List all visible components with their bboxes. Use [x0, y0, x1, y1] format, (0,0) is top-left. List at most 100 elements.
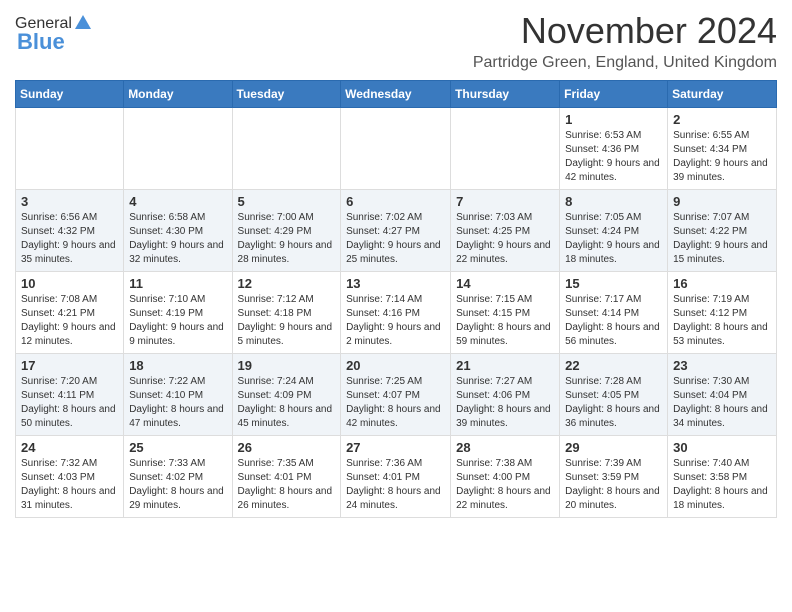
- day-number: 7: [456, 194, 554, 209]
- day-info: Sunrise: 7:20 AM Sunset: 4:11 PM Dayligh…: [21, 375, 118, 431]
- day-info: Sunrise: 7:15 AM Sunset: 4:15 PM Dayligh…: [456, 293, 554, 349]
- day-number: 26: [238, 440, 336, 455]
- day-number: 24: [21, 440, 118, 455]
- day-info: Sunrise: 7:07 AM Sunset: 4:22 PM Dayligh…: [673, 211, 771, 267]
- cell-1-6: 1 Sunrise: 6:53 AM Sunset: 4:36 PM Daylig…: [560, 108, 668, 190]
- day-info: Sunrise: 7:17 AM Sunset: 4:14 PM Dayligh…: [565, 293, 662, 349]
- cell-2-4: 6 Sunrise: 7:02 AM Sunset: 4:27 PM Daylig…: [341, 190, 451, 272]
- cell-3-6: 15 Sunrise: 7:17 AM Sunset: 4:14 PM Dayli…: [560, 272, 668, 354]
- day-number: 21: [456, 358, 554, 373]
- cell-1-1: [16, 108, 124, 190]
- day-number: 15: [565, 276, 662, 291]
- day-info: Sunrise: 7:08 AM Sunset: 4:21 PM Dayligh…: [21, 293, 118, 349]
- day-number: 20: [346, 358, 445, 373]
- location-subtitle: Partridge Green, England, United Kingdom: [473, 54, 777, 72]
- cell-4-7: 23Sunrise: 7:30 AM Sunset: 4:04 PM Dayli…: [668, 354, 777, 436]
- day-number: 8: [565, 194, 662, 209]
- calendar-table: Sunday Monday Tuesday Wednesday Thursday…: [15, 80, 777, 518]
- cell-5-7: 30 Sunrise: 7:40 AM Sunset: 3:58 PM Dayli…: [668, 436, 777, 518]
- day-number: 28: [456, 440, 554, 455]
- day-number: 6: [346, 194, 445, 209]
- cell-2-7: 9 Sunrise: 7:07 AM Sunset: 4:22 PM Daylig…: [668, 190, 777, 272]
- cell-1-5: [451, 108, 560, 190]
- day-info: Sunrise: 7:27 AM Sunset: 4:06 PM Dayligh…: [456, 375, 554, 431]
- day-info: Sunrise: 7:02 AM Sunset: 4:27 PM Dayligh…: [346, 211, 445, 267]
- day-info: Sunrise: 7:00 AM Sunset: 4:29 PM Dayligh…: [238, 211, 336, 267]
- day-info: Sunrise: 7:12 AM Sunset: 4:18 PM Dayligh…: [238, 293, 336, 349]
- header-monday: Monday: [124, 81, 232, 108]
- header-tuesday: Tuesday: [232, 81, 341, 108]
- day-number: 17: [21, 358, 118, 373]
- day-info: Sunrise: 6:56 AM Sunset: 4:32 PM Dayligh…: [21, 211, 118, 267]
- day-number: 19: [238, 358, 336, 373]
- day-info: Sunrise: 7:05 AM Sunset: 4:24 PM Dayligh…: [565, 211, 662, 267]
- title-area: November 2024 Partridge Green, England, …: [473, 10, 777, 72]
- cell-2-2: 4 Sunrise: 6:58 AM Sunset: 4:30 PM Daylig…: [124, 190, 232, 272]
- day-info: Sunrise: 7:28 AM Sunset: 4:05 PM Dayligh…: [565, 375, 662, 431]
- cell-1-3: [232, 108, 341, 190]
- day-info: Sunrise: 7:40 AM Sunset: 3:58 PM Dayligh…: [673, 457, 771, 513]
- day-number: 5: [238, 194, 336, 209]
- cell-5-3: 26 Sunrise: 7:35 AM Sunset: 4:01 PM Dayli…: [232, 436, 341, 518]
- cell-5-4: 27Sunrise: 7:36 AM Sunset: 4:01 PM Dayli…: [341, 436, 451, 518]
- cell-2-1: 3Sunrise: 6:56 AM Sunset: 4:32 PM Daylig…: [16, 190, 124, 272]
- cell-5-1: 24 Sunrise: 7:32 AM Sunset: 4:03 PM Dayli…: [16, 436, 124, 518]
- page-header: General Blue November 2024 Partridge Gre…: [15, 10, 777, 72]
- week-row-3: 10 Sunrise: 7:08 AM Sunset: 4:21 PM Dayli…: [16, 272, 777, 354]
- header-wednesday: Wednesday: [341, 81, 451, 108]
- day-number: 16: [673, 276, 771, 291]
- month-title: November 2024: [473, 10, 777, 52]
- cell-2-3: 5 Sunrise: 7:00 AM Sunset: 4:29 PM Daylig…: [232, 190, 341, 272]
- day-info: Sunrise: 7:38 AM Sunset: 4:00 PM Dayligh…: [456, 457, 554, 513]
- cell-5-2: 25Sunrise: 7:33 AM Sunset: 4:02 PM Dayli…: [124, 436, 232, 518]
- day-info: Sunrise: 6:53 AM Sunset: 4:36 PM Dayligh…: [565, 129, 662, 185]
- cell-2-5: 7 Sunrise: 7:03 AM Sunset: 4:25 PM Daylig…: [451, 190, 560, 272]
- day-info: Sunrise: 7:32 AM Sunset: 4:03 PM Dayligh…: [21, 457, 118, 513]
- day-info: Sunrise: 7:03 AM Sunset: 4:25 PM Dayligh…: [456, 211, 554, 267]
- week-row-1: 1 Sunrise: 6:53 AM Sunset: 4:36 PM Daylig…: [16, 108, 777, 190]
- cell-3-2: 11 Sunrise: 7:10 AM Sunset: 4:19 PM Dayli…: [124, 272, 232, 354]
- day-number: 2: [673, 112, 771, 127]
- day-number: 13: [346, 276, 445, 291]
- logo: General Blue: [15, 10, 92, 55]
- day-number: 9: [673, 194, 771, 209]
- cell-2-6: 8 Sunrise: 7:05 AM Sunset: 4:24 PM Daylig…: [560, 190, 668, 272]
- day-info: Sunrise: 7:25 AM Sunset: 4:07 PM Dayligh…: [346, 375, 445, 431]
- day-number: 11: [129, 276, 226, 291]
- cell-3-5: 14 Sunrise: 7:15 AM Sunset: 4:15 PM Dayli…: [451, 272, 560, 354]
- logo-blue-text: Blue: [17, 29, 65, 55]
- day-info: Sunrise: 7:14 AM Sunset: 4:16 PM Dayligh…: [346, 293, 445, 349]
- cell-1-2: [124, 108, 232, 190]
- day-info: Sunrise: 7:10 AM Sunset: 4:19 PM Dayligh…: [129, 293, 226, 349]
- day-info: Sunrise: 7:19 AM Sunset: 4:12 PM Dayligh…: [673, 293, 771, 349]
- cell-4-1: 17 Sunrise: 7:20 AM Sunset: 4:11 PM Dayli…: [16, 354, 124, 436]
- cell-1-4: [341, 108, 451, 190]
- week-row-4: 17 Sunrise: 7:20 AM Sunset: 4:11 PM Dayli…: [16, 354, 777, 436]
- day-info: Sunrise: 6:55 AM Sunset: 4:34 PM Dayligh…: [673, 129, 771, 185]
- header-friday: Friday: [560, 81, 668, 108]
- day-number: 22: [565, 358, 662, 373]
- header-thursday: Thursday: [451, 81, 560, 108]
- logo-triangle-icon: [74, 14, 92, 32]
- day-number: 29: [565, 440, 662, 455]
- day-info: Sunrise: 6:58 AM Sunset: 4:30 PM Dayligh…: [129, 211, 226, 267]
- cell-4-6: 22 Sunrise: 7:28 AM Sunset: 4:05 PM Dayli…: [560, 354, 668, 436]
- day-number: 14: [456, 276, 554, 291]
- day-number: 18: [129, 358, 226, 373]
- cell-3-4: 13 Sunrise: 7:14 AM Sunset: 4:16 PM Dayli…: [341, 272, 451, 354]
- day-number: 25: [129, 440, 226, 455]
- cell-3-1: 10 Sunrise: 7:08 AM Sunset: 4:21 PM Dayli…: [16, 272, 124, 354]
- day-number: 23: [673, 358, 771, 373]
- day-number: 10: [21, 276, 118, 291]
- day-number: 30: [673, 440, 771, 455]
- cell-5-6: 29 Sunrise: 7:39 AM Sunset: 3:59 PM Dayli…: [560, 436, 668, 518]
- day-info: Sunrise: 7:35 AM Sunset: 4:01 PM Dayligh…: [238, 457, 336, 513]
- cell-4-5: 21 Sunrise: 7:27 AM Sunset: 4:06 PM Dayli…: [451, 354, 560, 436]
- day-number: 1: [565, 112, 662, 127]
- day-info: Sunrise: 7:36 AM Sunset: 4:01 PM Dayligh…: [346, 457, 445, 513]
- week-row-2: 3Sunrise: 6:56 AM Sunset: 4:32 PM Daylig…: [16, 190, 777, 272]
- day-number: 4: [129, 194, 226, 209]
- cell-3-7: 16 Sunrise: 7:19 AM Sunset: 4:12 PM Dayli…: [668, 272, 777, 354]
- day-info: Sunrise: 7:39 AM Sunset: 3:59 PM Dayligh…: [565, 457, 662, 513]
- day-info: Sunrise: 7:22 AM Sunset: 4:10 PM Dayligh…: [129, 375, 226, 431]
